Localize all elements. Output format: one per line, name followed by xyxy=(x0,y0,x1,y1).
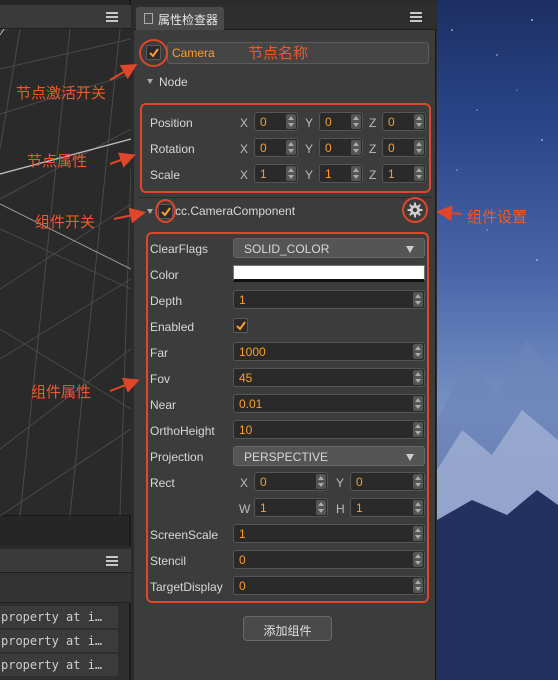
scene-menu-icon[interactable] xyxy=(106,12,118,22)
annotation-node-name: 节点名称 xyxy=(248,44,309,62)
annotation-node-props: 节点属性 xyxy=(27,152,88,170)
scene-panel-header xyxy=(0,5,131,29)
tab-inspector[interactable]: 属性检查器 xyxy=(136,7,224,30)
inspector-header: 属性检查器 xyxy=(134,5,436,30)
annotation-component-props: 组件属性 xyxy=(31,383,92,401)
annotation-component-toggle: 组件开关 xyxy=(35,213,96,231)
annotation-component-settings: 组件设置 xyxy=(467,208,528,226)
console-line: property at i… xyxy=(0,630,118,652)
console-line: property at i… xyxy=(0,606,118,628)
highlight-node-props xyxy=(140,103,431,193)
node-section-toggle-icon[interactable] xyxy=(147,79,153,84)
add-component-label: 添加组件 xyxy=(263,624,312,638)
highlight-node-active xyxy=(139,39,168,67)
console-panel-header xyxy=(0,549,131,573)
tab-inspector-label: 属性检查器 xyxy=(158,13,219,27)
wallpaper-art xyxy=(437,19,558,680)
desktop-wallpaper xyxy=(437,0,558,680)
highlight-component-props xyxy=(146,232,429,603)
component-fold-icon[interactable] xyxy=(147,209,153,214)
console-toolbar xyxy=(0,573,131,603)
annotation-node-active: 节点激活开关 xyxy=(16,84,107,102)
editor-window: property at i… property at i… property a… xyxy=(0,0,558,680)
node-section-label: Node xyxy=(159,75,188,89)
inspector-tab-icon xyxy=(144,13,153,24)
inspector-panel: 属性检查器 Camera Node Position X 0 Y 0 Z 0 R… xyxy=(134,0,436,680)
inspector-menu-icon[interactable] xyxy=(410,12,422,22)
console-menu-icon[interactable] xyxy=(106,556,118,566)
console-line: property at i… xyxy=(0,654,118,676)
highlight-component-settings xyxy=(402,197,428,223)
add-component-button[interactable]: 添加组件 xyxy=(243,616,332,641)
section-divider xyxy=(138,197,432,198)
node-name-value: Camera xyxy=(172,46,215,60)
component-name: cc.CameraComponent xyxy=(175,204,296,218)
highlight-component-toggle xyxy=(155,199,176,223)
console-panel: property at i… property at i… property a… xyxy=(0,549,131,680)
